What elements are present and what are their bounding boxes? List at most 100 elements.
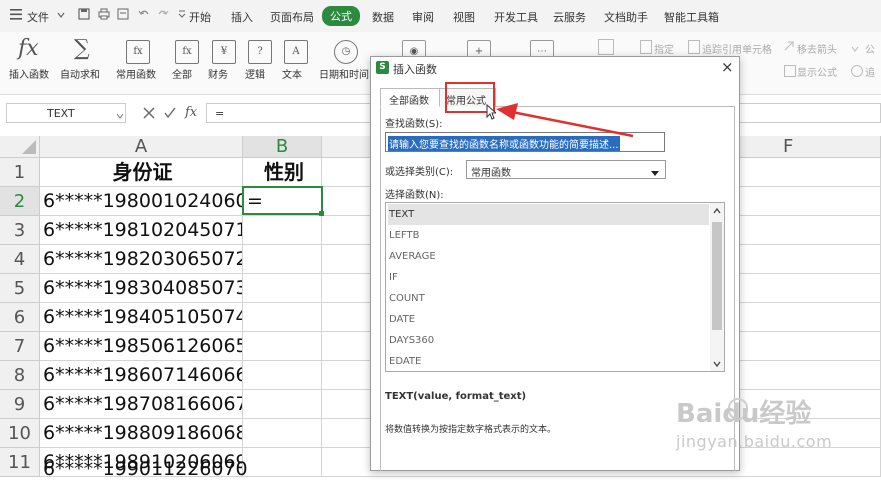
- menu-home[interactable]: 开始: [189, 9, 211, 25]
- cell-a[interactable]: 6*****198001024060: [40, 187, 243, 216]
- chevron-down-icon[interactable]: [56, 10, 66, 20]
- logic-icon[interactable]: ?: [248, 40, 272, 64]
- menu-doc-assistant[interactable]: 文档助手: [604, 9, 648, 25]
- function-list-item[interactable]: DAYS360: [388, 330, 709, 351]
- hamburger-icon[interactable]: [10, 9, 22, 20]
- cell-b[interactable]: [243, 448, 322, 477]
- cell-a[interactable]: 6*****198506126065: [40, 332, 243, 361]
- function-list-item[interactable]: IF: [388, 267, 709, 288]
- dropdown-arrow-icon[interactable]: [651, 167, 659, 176]
- menu-cloud[interactable]: 云服务: [553, 9, 586, 25]
- export-icon[interactable]: [117, 8, 129, 20]
- logic-button[interactable]: 逻辑: [245, 66, 265, 81]
- remove-arrows-button[interactable]: 移去箭头: [797, 41, 837, 56]
- text-function-icon[interactable]: A: [284, 40, 308, 64]
- specify-button[interactable]: 指定: [654, 41, 674, 56]
- cell-a[interactable]: 6*****198708166067: [40, 390, 243, 419]
- row-header[interactable]: 7: [0, 332, 40, 361]
- column-header-f[interactable]: F: [783, 136, 793, 158]
- common-function-icon[interactable]: fx: [126, 40, 150, 64]
- menu-page-layout[interactable]: 页面布局: [270, 9, 314, 25]
- column-header-a[interactable]: A: [40, 136, 243, 158]
- column-header-b[interactable]: B: [243, 136, 322, 158]
- row-header[interactable]: 3: [0, 216, 40, 245]
- autosum-icon[interactable]: ∑: [74, 36, 90, 62]
- row-header[interactable]: 1: [0, 158, 40, 187]
- row-header[interactable]: 10: [0, 419, 40, 448]
- cell-a[interactable]: 6*****198102045071: [40, 216, 243, 245]
- name-manager-icon[interactable]: [598, 39, 614, 55]
- menu-view[interactable]: 视图: [453, 9, 475, 25]
- cell-b[interactable]: [243, 274, 322, 303]
- print-icon[interactable]: [98, 8, 110, 20]
- all-functions-button[interactable]: 全部: [172, 66, 192, 81]
- text-function-button[interactable]: 文本: [282, 66, 302, 81]
- scroll-thumb[interactable]: [712, 222, 722, 330]
- menu-developer[interactable]: 开发工具: [494, 9, 538, 25]
- trace-precedents-icon[interactable]: [688, 40, 700, 54]
- cell-b[interactable]: [243, 419, 322, 448]
- chevron-down-icon[interactable]: [116, 110, 124, 119]
- cell-b-header[interactable]: 性别: [243, 158, 322, 187]
- function-list-item[interactable]: AVERAGE: [388, 246, 709, 267]
- finance-button[interactable]: 财务: [208, 66, 228, 81]
- function-list-item[interactable]: COUNT: [388, 288, 709, 309]
- cell-a[interactable]: 6*****198304085073: [40, 274, 243, 303]
- category-select[interactable]: 常用函数: [466, 160, 666, 179]
- cell-a[interactable]: 6*****198405105074: [40, 303, 243, 332]
- cell-a[interactable]: 6*****198607146066: [40, 361, 243, 390]
- row-header[interactable]: 11: [0, 448, 40, 477]
- finance-icon[interactable]: ¥: [212, 40, 236, 64]
- row-header[interactable]: 4: [0, 245, 40, 274]
- menu-data[interactable]: 数据: [372, 9, 394, 25]
- show-formulas-button[interactable]: 显示公式: [797, 64, 837, 79]
- menu-smart-tools[interactable]: 智能工具箱: [664, 9, 719, 25]
- save-icon[interactable]: [78, 8, 90, 20]
- redo-icon[interactable]: [157, 8, 169, 20]
- select-all-corner[interactable]: [0, 136, 40, 158]
- cell-b[interactable]: [243, 303, 322, 332]
- menu-review[interactable]: 审阅: [412, 9, 434, 25]
- cell-a[interactable]: 6*****198203065072: [40, 245, 243, 274]
- calc-options-button[interactable]: 公: [865, 41, 875, 56]
- menu-formulas[interactable]: 公式: [322, 6, 360, 26]
- specify-icon[interactable]: [640, 40, 652, 54]
- autosum-button[interactable]: 自动求和: [60, 66, 100, 81]
- cell-a-header[interactable]: 身份证: [40, 158, 243, 187]
- name-box[interactable]: TEXT: [6, 103, 126, 123]
- cell-b[interactable]: [243, 216, 322, 245]
- menu-insert[interactable]: 插入: [231, 9, 253, 25]
- cancel-icon[interactable]: [143, 107, 155, 119]
- function-list-item[interactable]: DATE: [388, 309, 709, 330]
- scroll-up-icon[interactable]: [712, 206, 722, 216]
- error-check-icon[interactable]: [851, 65, 863, 77]
- all-functions-icon[interactable]: fx: [175, 40, 199, 64]
- function-list-item[interactable]: TEXT: [388, 204, 709, 225]
- menu-file[interactable]: 文件: [27, 9, 49, 25]
- insert-function-icon[interactable]: fx: [18, 36, 39, 62]
- datetime-icon[interactable]: ◷: [334, 40, 358, 64]
- row-header[interactable]: 9: [0, 390, 40, 419]
- cell-a[interactable]: 6*****198809186068: [40, 419, 243, 448]
- function-list-item[interactable]: LEFTB: [388, 225, 709, 246]
- cell-b[interactable]: [243, 361, 322, 390]
- row-header[interactable]: 6: [0, 303, 40, 332]
- cell-b[interactable]: [243, 245, 322, 274]
- undo-icon[interactable]: [138, 8, 150, 20]
- chevron-down-icon[interactable]: [851, 43, 859, 52]
- cell-b[interactable]: [243, 390, 322, 419]
- fill-handle[interactable]: [319, 211, 324, 216]
- insert-function-button[interactable]: 插入函数: [9, 66, 49, 81]
- error-check-button[interactable]: 追: [865, 64, 875, 79]
- confirm-icon[interactable]: [164, 107, 176, 119]
- datetime-button[interactable]: 日期和时间: [319, 66, 369, 81]
- remove-arrows-icon[interactable]: [784, 41, 794, 51]
- cell-b[interactable]: [243, 332, 322, 361]
- customize-arrow-icon[interactable]: [177, 9, 187, 19]
- tab-all-functions[interactable]: 全部函数: [380, 88, 440, 107]
- formula-fx-icon[interactable]: fx: [185, 105, 197, 120]
- trace-precedents-button[interactable]: 追踪引用单元格: [702, 41, 772, 56]
- row-header[interactable]: 8: [0, 361, 40, 390]
- show-formulas-icon[interactable]: [784, 65, 796, 77]
- row-header[interactable]: 5: [0, 274, 40, 303]
